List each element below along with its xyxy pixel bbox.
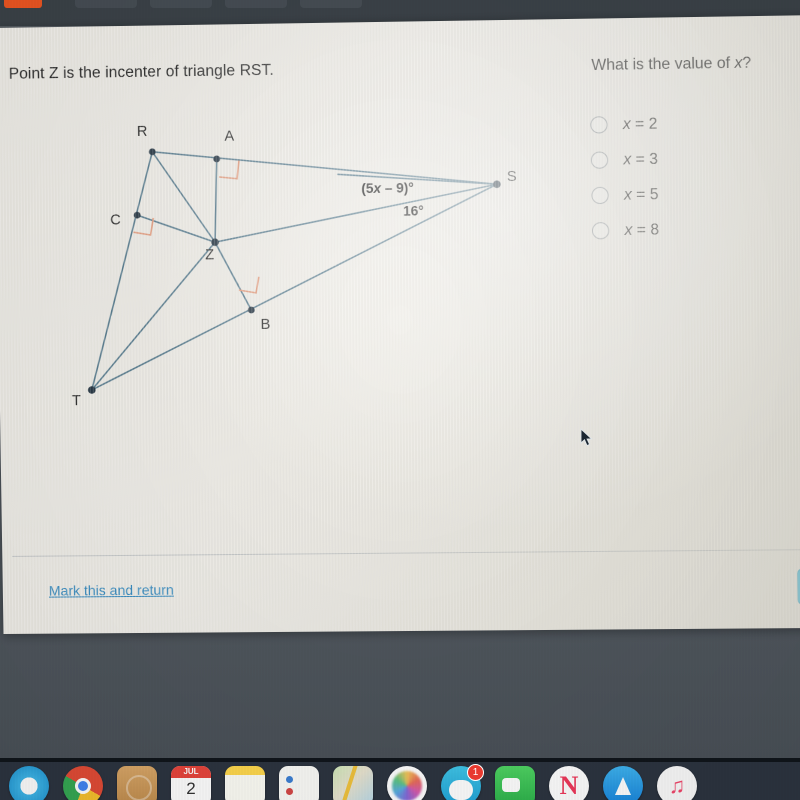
answer-choice-b[interactable]: x = 3 [590,142,659,178]
question-text: What is the value of x? [591,55,751,76]
segment-RS [152,147,497,189]
browser-tab-1[interactable] [75,0,137,8]
right-angle-mark-B [239,277,259,293]
answer-variable-d: x [624,221,633,239]
footer-divider [12,549,800,557]
segment-TS [89,184,500,390]
inradius-Z-B [213,240,252,310]
browser-tab-3[interactable] [225,0,287,8]
geometry-figure: R A S C Z B T (5x – 9)° 16° [0,19,565,458]
inradius-Z-A [213,157,217,243]
label-T: T [71,393,81,410]
inradius-Z-C [136,213,216,243]
label-Z: Z [205,247,215,264]
radio-button-a[interactable] [590,116,608,134]
finder-icon[interactable] [117,766,157,800]
dock-item-messages[interactable]: 1 [434,764,488,800]
label-B: B [260,316,271,333]
dock-item-photos[interactable] [380,764,434,800]
answer-variable-c: x [623,185,632,204]
answer-choice-d[interactable]: x = 8 [591,212,660,248]
screen: Point Z is the incenter of triangle RST.… [0,0,800,800]
dock-item-appstore[interactable] [596,764,650,800]
bisector-T-Z [90,240,216,391]
bisector-S-Z [214,184,498,242]
answer-equals-d: = 8 [632,220,660,239]
browser-tab-active[interactable] [4,0,42,8]
answer-choices: x = 2 x = 3 x = 5 x = 8 [590,106,659,248]
geometry-svg [0,19,565,394]
calendar-month: JUL [171,766,211,778]
label-C: C [110,212,121,229]
safari-icon[interactable] [9,766,49,800]
dock-item-notes[interactable] [218,764,272,800]
label-A: A [224,128,235,145]
answer-equals-b: = 3 [631,150,659,168]
browser-tab-2[interactable] [150,0,212,8]
answer-label-d: x = 8 [624,221,659,240]
quiz-page: Point Z is the incenter of triangle RST.… [0,15,800,635]
point-S [492,180,501,189]
question-text-post: ? [742,54,752,72]
browser-tab-4[interactable] [300,0,362,8]
mark-this-and-return-link[interactable]: Mark this and return [49,582,174,599]
notes-icon[interactable] [225,766,265,800]
answer-choice-a[interactable]: x = 2 [590,106,658,142]
dock: JUL 2 1 [0,764,800,800]
answer-label-c: x = 5 [624,186,659,205]
answer-choice-c[interactable]: x = 5 [591,177,659,213]
question-text-pre: What is the value of [591,54,735,75]
bisector-R-Z [151,150,216,243]
answer-equals-a: = 2 [630,114,658,133]
appstore-icon[interactable] [603,766,643,800]
news-icon[interactable] [549,766,589,800]
point-C [133,211,141,219]
dock-item-facetime[interactable] [488,764,542,800]
answer-equals-c: = 5 [631,185,659,204]
answer-label-b: x = 3 [623,150,658,169]
maps-icon[interactable] [333,766,373,800]
chrome-icon[interactable] [63,766,103,800]
dock-item-maps[interactable] [326,764,380,800]
dock-item-calendar[interactable]: JUL 2 [164,764,218,800]
calendar-day: 2 [186,779,196,798]
label-R: R [136,123,148,140]
dock-item-finder[interactable] [110,764,164,800]
messages-badge: 1 [467,764,484,781]
point-A [212,155,220,162]
music-icon[interactable] [657,766,697,800]
radio-button-b[interactable] [590,151,609,169]
right-angle-mark-A [218,160,239,179]
dock-item-music[interactable] [650,764,704,800]
dock-item-safari[interactable] [2,764,56,800]
calendar-icon[interactable]: JUL 2 [171,766,211,800]
radio-button-d[interactable] [591,222,610,240]
dock-item-chrome[interactable] [56,764,110,800]
angle-upper-suffix: – 9)° [380,180,414,196]
dock-item-news[interactable] [542,764,596,800]
facetime-icon[interactable] [495,766,535,800]
contacts-icon[interactable] [279,766,319,800]
label-S: S [506,168,517,186]
radio-button-c[interactable] [591,186,609,205]
angle-label-lower: 16° [402,203,424,219]
angle-upper-prefix: (5 [361,180,374,197]
angle-label-upper: (5x – 9)° [361,180,414,196]
dock-item-contacts[interactable] [272,764,326,800]
answer-label-a: x = 2 [623,115,658,134]
photos-icon[interactable] [387,766,427,800]
